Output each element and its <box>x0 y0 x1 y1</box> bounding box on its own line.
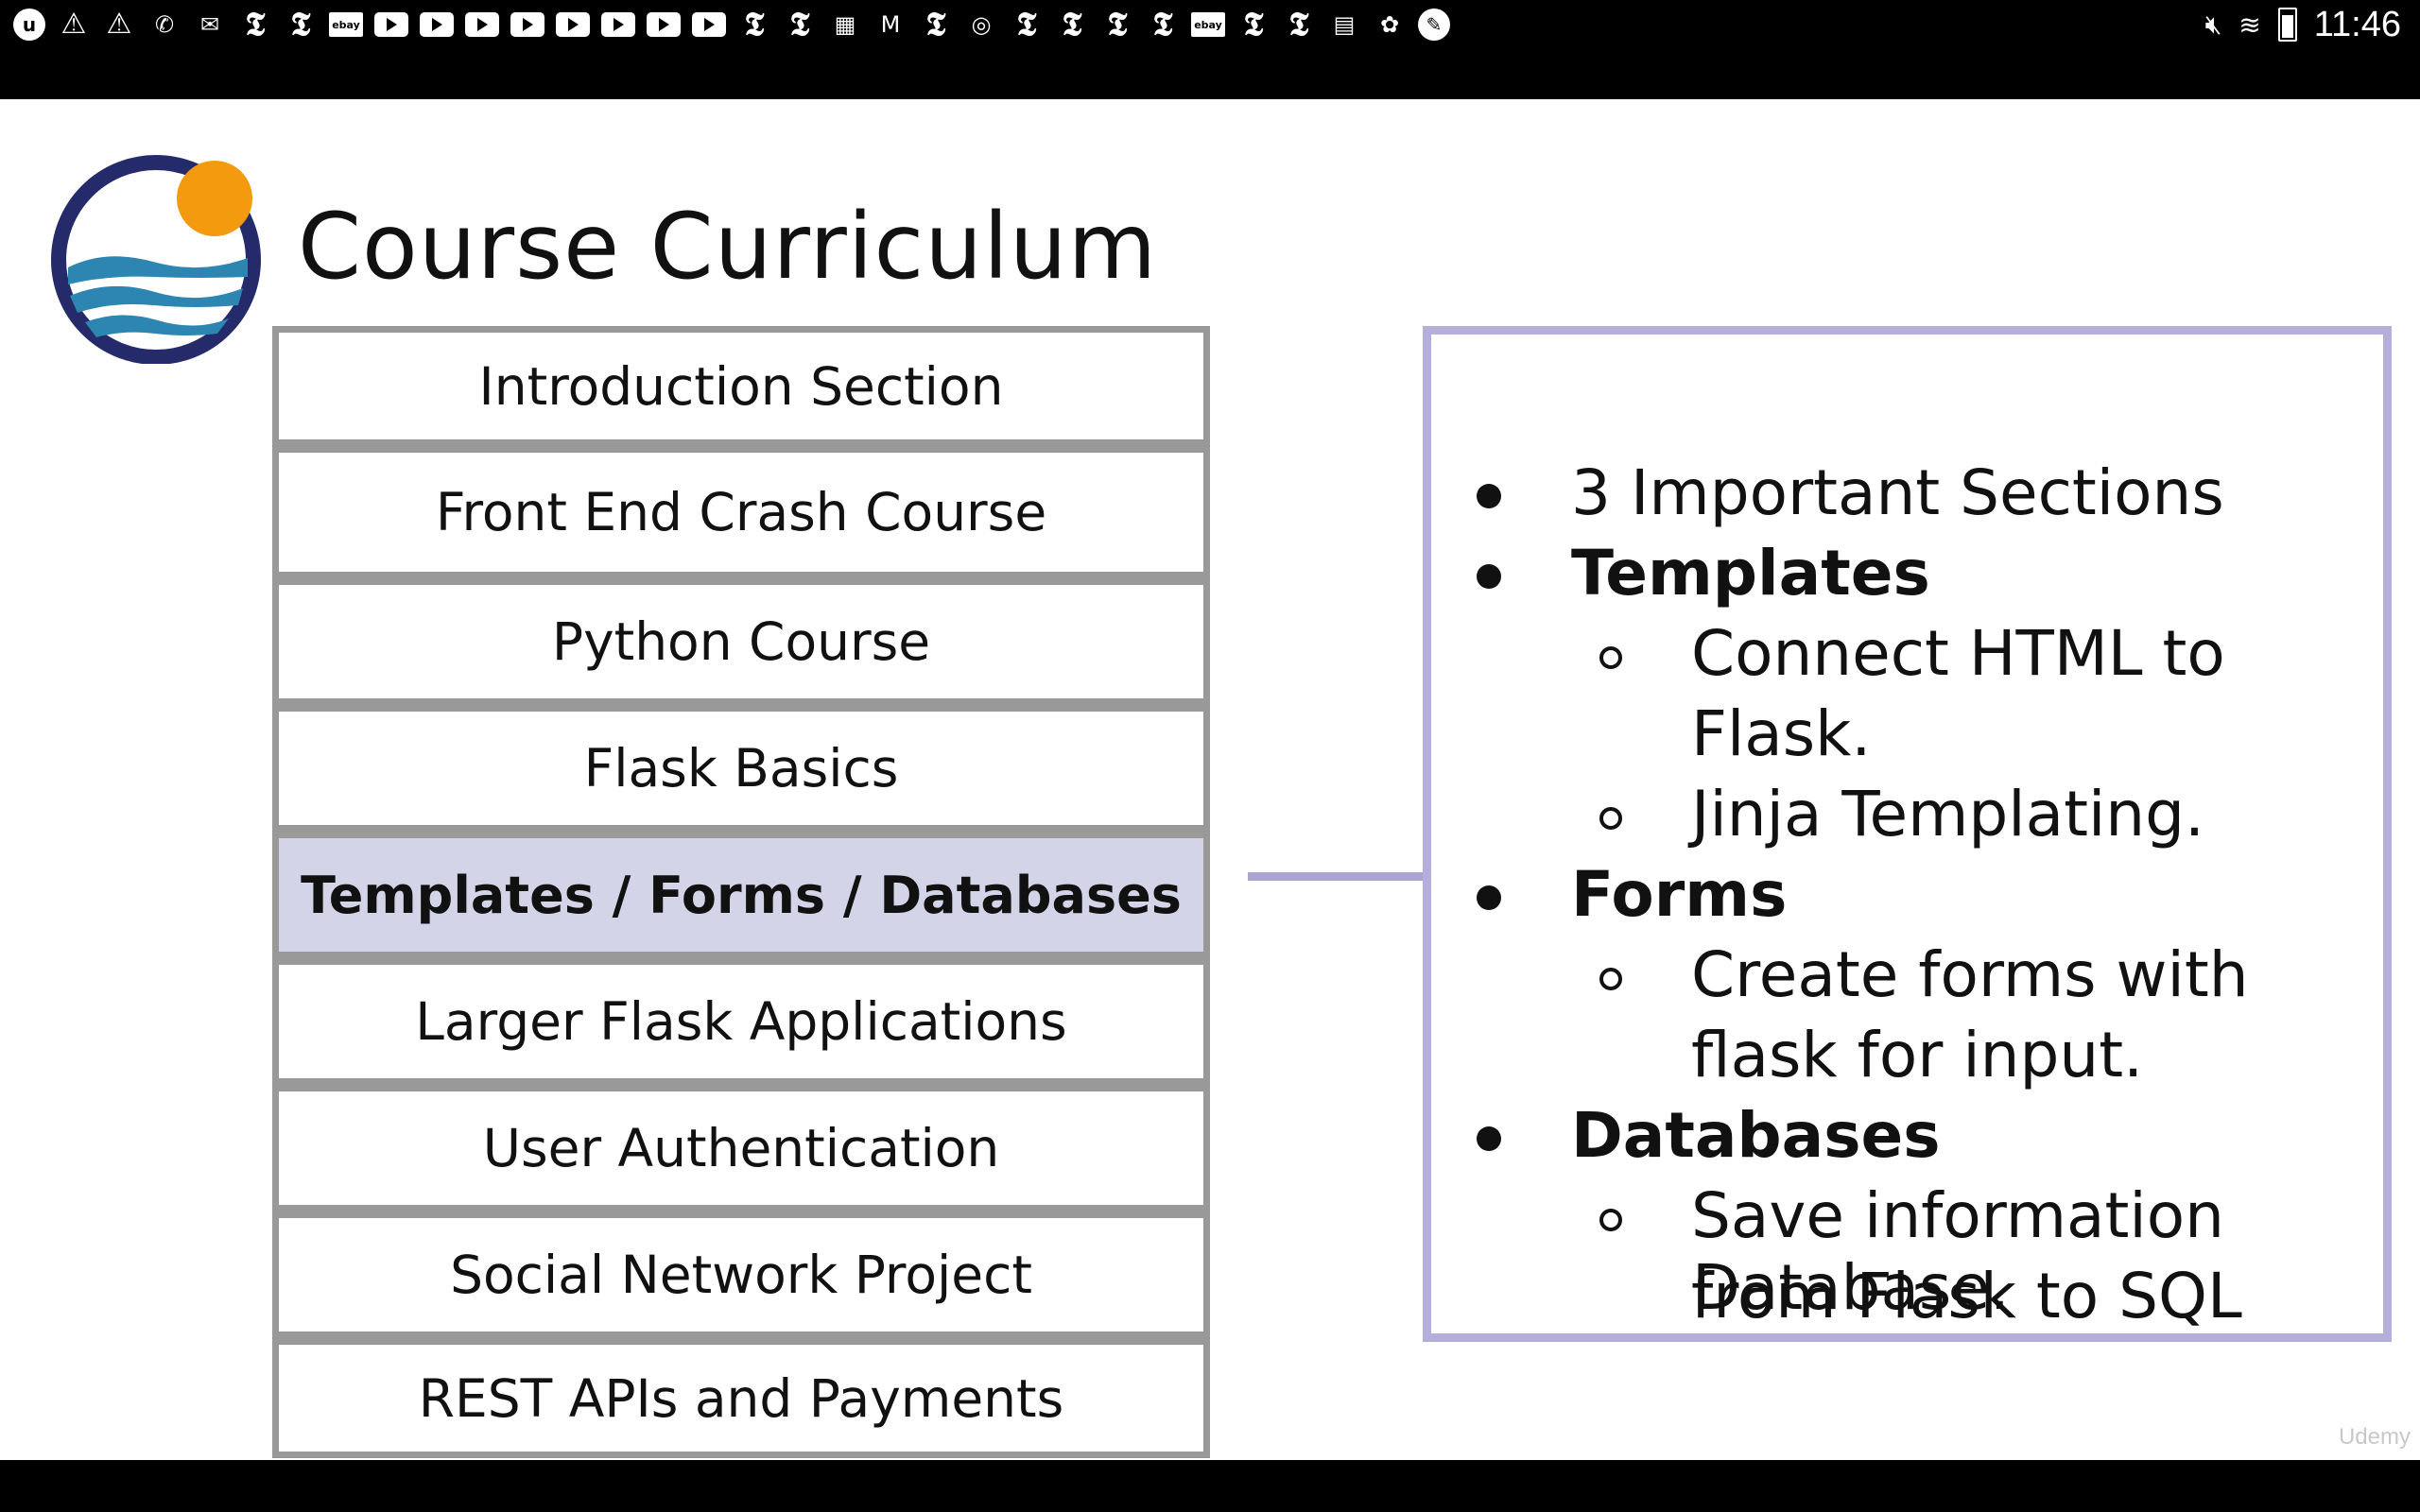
youtube-icon <box>556 12 590 37</box>
details-intro: 3 Important Sections <box>1571 456 2224 529</box>
status-right: 🔇︎ ≋ 11:46 <box>2205 4 2401 45</box>
sub-bullet-icon <box>1599 1209 1622 1231</box>
mute-icon: 🔇︎ <box>2204 9 2222 40</box>
logo-icon <box>51 155 261 364</box>
bug-icon: ✿ <box>1379 11 1400 38</box>
clock: 11:46 <box>2313 4 2401 44</box>
details-panel: 3 Important Sections Templates Connect H… <box>1423 326 2392 1342</box>
youtube-icon <box>465 12 499 37</box>
curriculum-item: Social Network Project <box>272 1211 1210 1338</box>
compass-icon: ✎ <box>1418 9 1450 41</box>
bottom-bar <box>0 1460 2420 1512</box>
nyt-icon: 𝕿 <box>1288 6 1309 43</box>
sub-bullet-icon <box>1599 968 1622 990</box>
warning-icon: ⚠ <box>106 8 132 41</box>
curriculum-list: Introduction Section Front End Crash Cou… <box>272 326 1210 1458</box>
ebay-icon: ebay <box>1191 12 1225 37</box>
youtube-icon <box>601 12 635 37</box>
news-icon: ▤ <box>1333 11 1356 38</box>
gmail-icon: M <box>880 11 901 38</box>
bullet-icon <box>1477 885 1501 910</box>
status-bar: u ⚠ ⚠ ✆ ✉ 𝕿 𝕿 ebay 𝕿 𝕿 ▦ M 𝕿 ◎ 𝕿 𝕿 𝕿 𝕿 e… <box>0 0 2420 99</box>
email-icon: ✉ <box>199 11 220 38</box>
youtube-icon <box>374 12 408 37</box>
details-forms-item-cont: flask for input. <box>1691 1019 2144 1091</box>
details-templates-item: Connect HTML to <box>1691 617 2225 690</box>
battery-icon <box>2277 8 2297 42</box>
youtube-icon <box>692 12 726 37</box>
slide: Course Curriculum Introduction Section F… <box>0 99 2420 1460</box>
warning-icon: ⚠ <box>60 8 87 41</box>
sub-bullet-icon <box>1599 807 1622 830</box>
image-icon: ▦ <box>834 11 856 38</box>
details-databases-item: Save information <box>1691 1179 2224 1252</box>
nyt-icon: 𝕿 <box>1152 6 1173 43</box>
nyt-icon: 𝕿 <box>1062 6 1082 43</box>
sub-bullet-icon <box>1599 646 1622 669</box>
curriculum-item: User Authentication <box>272 1085 1210 1211</box>
curriculum-item: Larger Flask Applications <box>272 958 1210 1085</box>
nyt-icon: 𝕿 <box>290 6 311 43</box>
details-databases-heading: Databases <box>1571 1099 1941 1172</box>
youtube-icon <box>510 12 544 37</box>
youtube-icon <box>420 12 454 37</box>
curriculum-item: Front End Crash Course <box>272 446 1210 578</box>
nyt-icon: 𝕿 <box>1016 6 1037 43</box>
curriculum-item-active: Templates / Forms / Databases <box>272 832 1210 958</box>
phone-icon: ✆ <box>154 11 175 38</box>
udemy-watermark: Udemy <box>2338 1424 2411 1450</box>
bullet-icon <box>1477 1126 1501 1151</box>
connector-line <box>1248 872 1427 881</box>
details-databases-item-cont: Database. <box>1692 1251 2010 1324</box>
nyt-icon: 𝕿 <box>245 6 266 43</box>
youtube-icon <box>647 12 681 37</box>
curriculum-item: Python Course <box>272 578 1210 705</box>
nyt-icon: 𝕿 <box>744 6 765 43</box>
wifi-icon: ≋ <box>2238 9 2261 41</box>
details-forms-item: Create forms with <box>1691 938 2249 1011</box>
curriculum-item: Introduction Section <box>272 326 1210 446</box>
ebay-icon: ebay <box>329 12 363 37</box>
nyt-icon: 𝕿 <box>1107 6 1128 43</box>
details-templates-item: Jinja Templating. <box>1691 778 2204 850</box>
slide-title: Course Curriculum <box>298 194 1158 300</box>
notification-icons: u ⚠ ⚠ ✆ ✉ 𝕿 𝕿 ebay 𝕿 𝕿 ▦ M 𝕿 ◎ 𝕿 𝕿 𝕿 𝕿 e… <box>13 8 1450 42</box>
curriculum-item: Flask Basics <box>272 705 1210 832</box>
nyt-icon: 𝕿 <box>925 6 946 43</box>
bullet-icon <box>1477 564 1501 589</box>
nyt-icon: 𝕿 <box>789 6 810 43</box>
nyt-icon: 𝕿 <box>1243 6 1264 43</box>
details-templates-item-cont: Flask. <box>1691 697 1872 770</box>
bullet-icon <box>1477 484 1501 508</box>
details-forms-heading: Forms <box>1571 858 1788 931</box>
curriculum-item: REST APIs and Payments <box>272 1338 1210 1458</box>
udemy-icon: u <box>13 9 45 41</box>
details-templates-heading: Templates <box>1571 537 1930 610</box>
instagram-icon: ◎ <box>971 11 992 38</box>
